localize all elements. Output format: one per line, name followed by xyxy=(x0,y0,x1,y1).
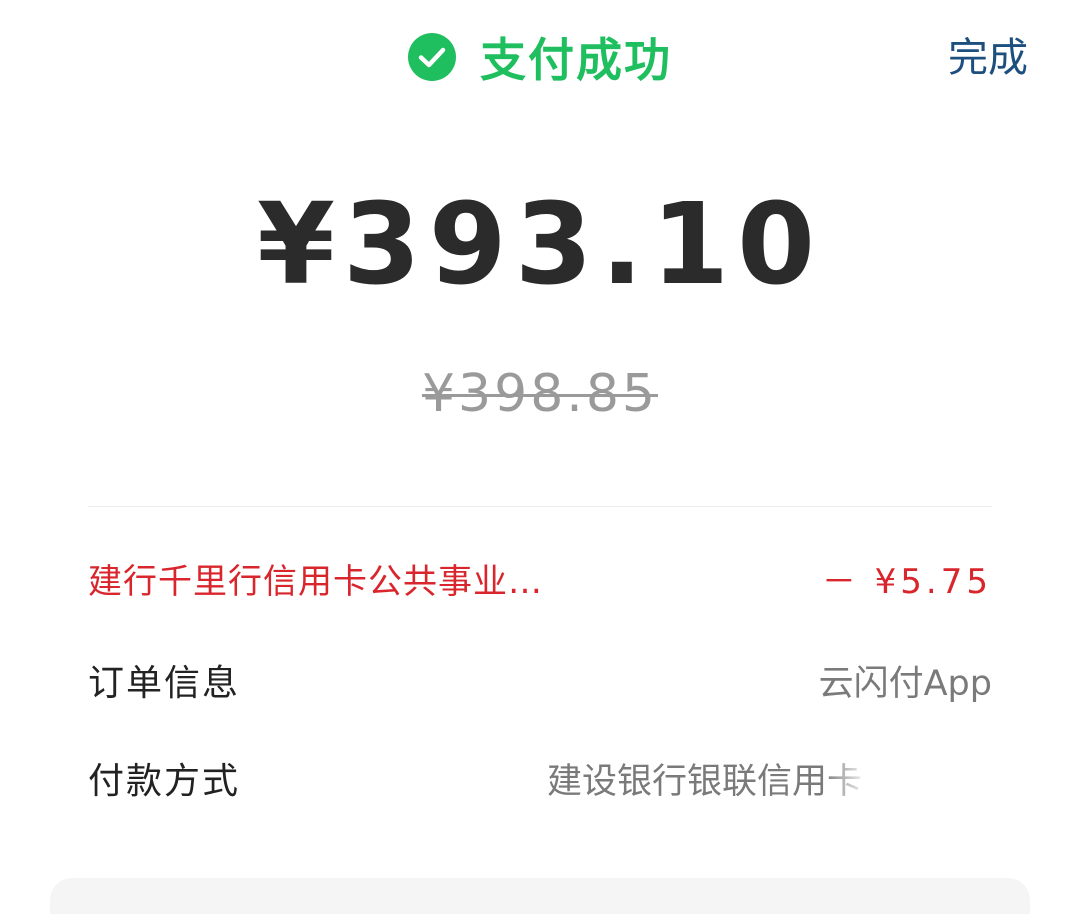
divider xyxy=(88,506,992,507)
order-info-label: 订单信息 xyxy=(88,663,241,704)
payment-status: 支付成功 xyxy=(408,28,672,87)
done-button[interactable]: 完成 xyxy=(948,30,1028,86)
bottom-card xyxy=(50,878,1030,914)
discount-name: 建行千里行信用卡公共事业… xyxy=(88,561,543,602)
payment-method-row[interactable]: 付款方式 建设银行银联信用卡 xyxy=(88,748,992,808)
payment-method-value: 建设银行银联信用卡 xyxy=(546,761,862,802)
header: 支付成功 完成 xyxy=(0,0,1080,115)
order-info-row[interactable]: 订单信息 云闪付App xyxy=(88,650,992,710)
payment-method-label: 付款方式 xyxy=(88,761,241,802)
status-title: 支付成功 xyxy=(480,33,672,87)
discount-row: 建行千里行信用卡公共事业… － ¥5.75 xyxy=(88,548,992,608)
original-amount: ¥398.85 xyxy=(421,364,659,424)
payment-success-page: 支付成功 完成 ¥393.10 ¥398.85 建行千里行信用卡公共事业… － … xyxy=(0,0,1080,914)
discount-value: － ¥5.75 xyxy=(821,561,992,602)
order-info-value: 云闪付App xyxy=(818,663,992,704)
check-circle-icon xyxy=(408,33,456,81)
paid-amount: ¥393.10 xyxy=(256,180,824,310)
